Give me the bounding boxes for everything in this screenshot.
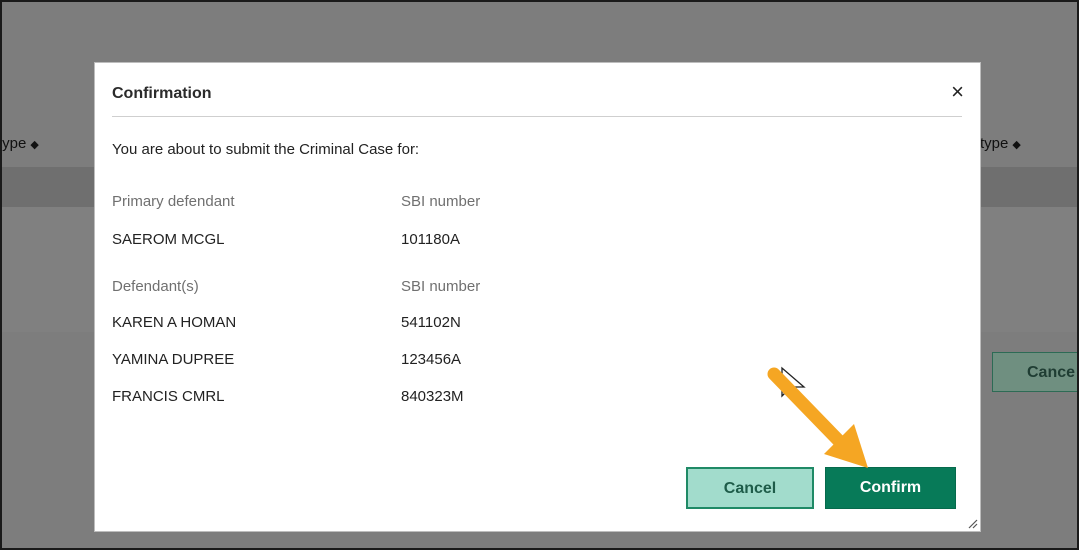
defendant-name: KAREN A HOMAN — [112, 314, 237, 331]
dialog-title: Confirmation — [112, 85, 212, 102]
defendant-sbi: 123456A — [401, 351, 462, 368]
close-icon[interactable]: × — [951, 79, 964, 105]
background-column-header-right[interactable]: type ◆ — [980, 135, 1021, 152]
background-cancel-button[interactable]: Cance — [992, 352, 1077, 392]
resize-grip-icon[interactable] — [966, 517, 978, 529]
cancel-button[interactable]: Cancel — [686, 467, 814, 509]
defendant-sbi: 840323M — [401, 388, 464, 405]
defendants-label: Defendant(s) — [112, 278, 199, 295]
confirmation-dialog: Confirmation × You are about to submit t… — [94, 62, 981, 532]
sbi-number-label: SBI number — [401, 193, 481, 210]
dialog-intro-text: You are about to submit the Criminal Cas… — [112, 141, 420, 158]
sort-icon: ◆ — [1012, 138, 1021, 151]
application-background: type ◆ type ◆ Cance Confirmation × You are… — [0, 0, 1079, 550]
defendant-name: FRANCIS CMRL — [112, 388, 225, 405]
defendant-name: YAMINA DUPREE — [112, 351, 235, 368]
confirm-button[interactable]: Confirm — [825, 467, 956, 509]
defendant-sbi: 541102N — [401, 314, 461, 331]
primary-defendant-sbi: 101180A — [401, 231, 460, 248]
primary-defendant-label: Primary defendant — [112, 193, 235, 210]
primary-defendant-name: SAEROM MCGL — [112, 231, 225, 248]
title-divider — [112, 116, 962, 117]
sort-icon: ◆ — [30, 138, 39, 151]
sbi-number-label: SBI number — [401, 278, 481, 295]
background-column-header-left[interactable]: type ◆ — [2, 135, 39, 152]
